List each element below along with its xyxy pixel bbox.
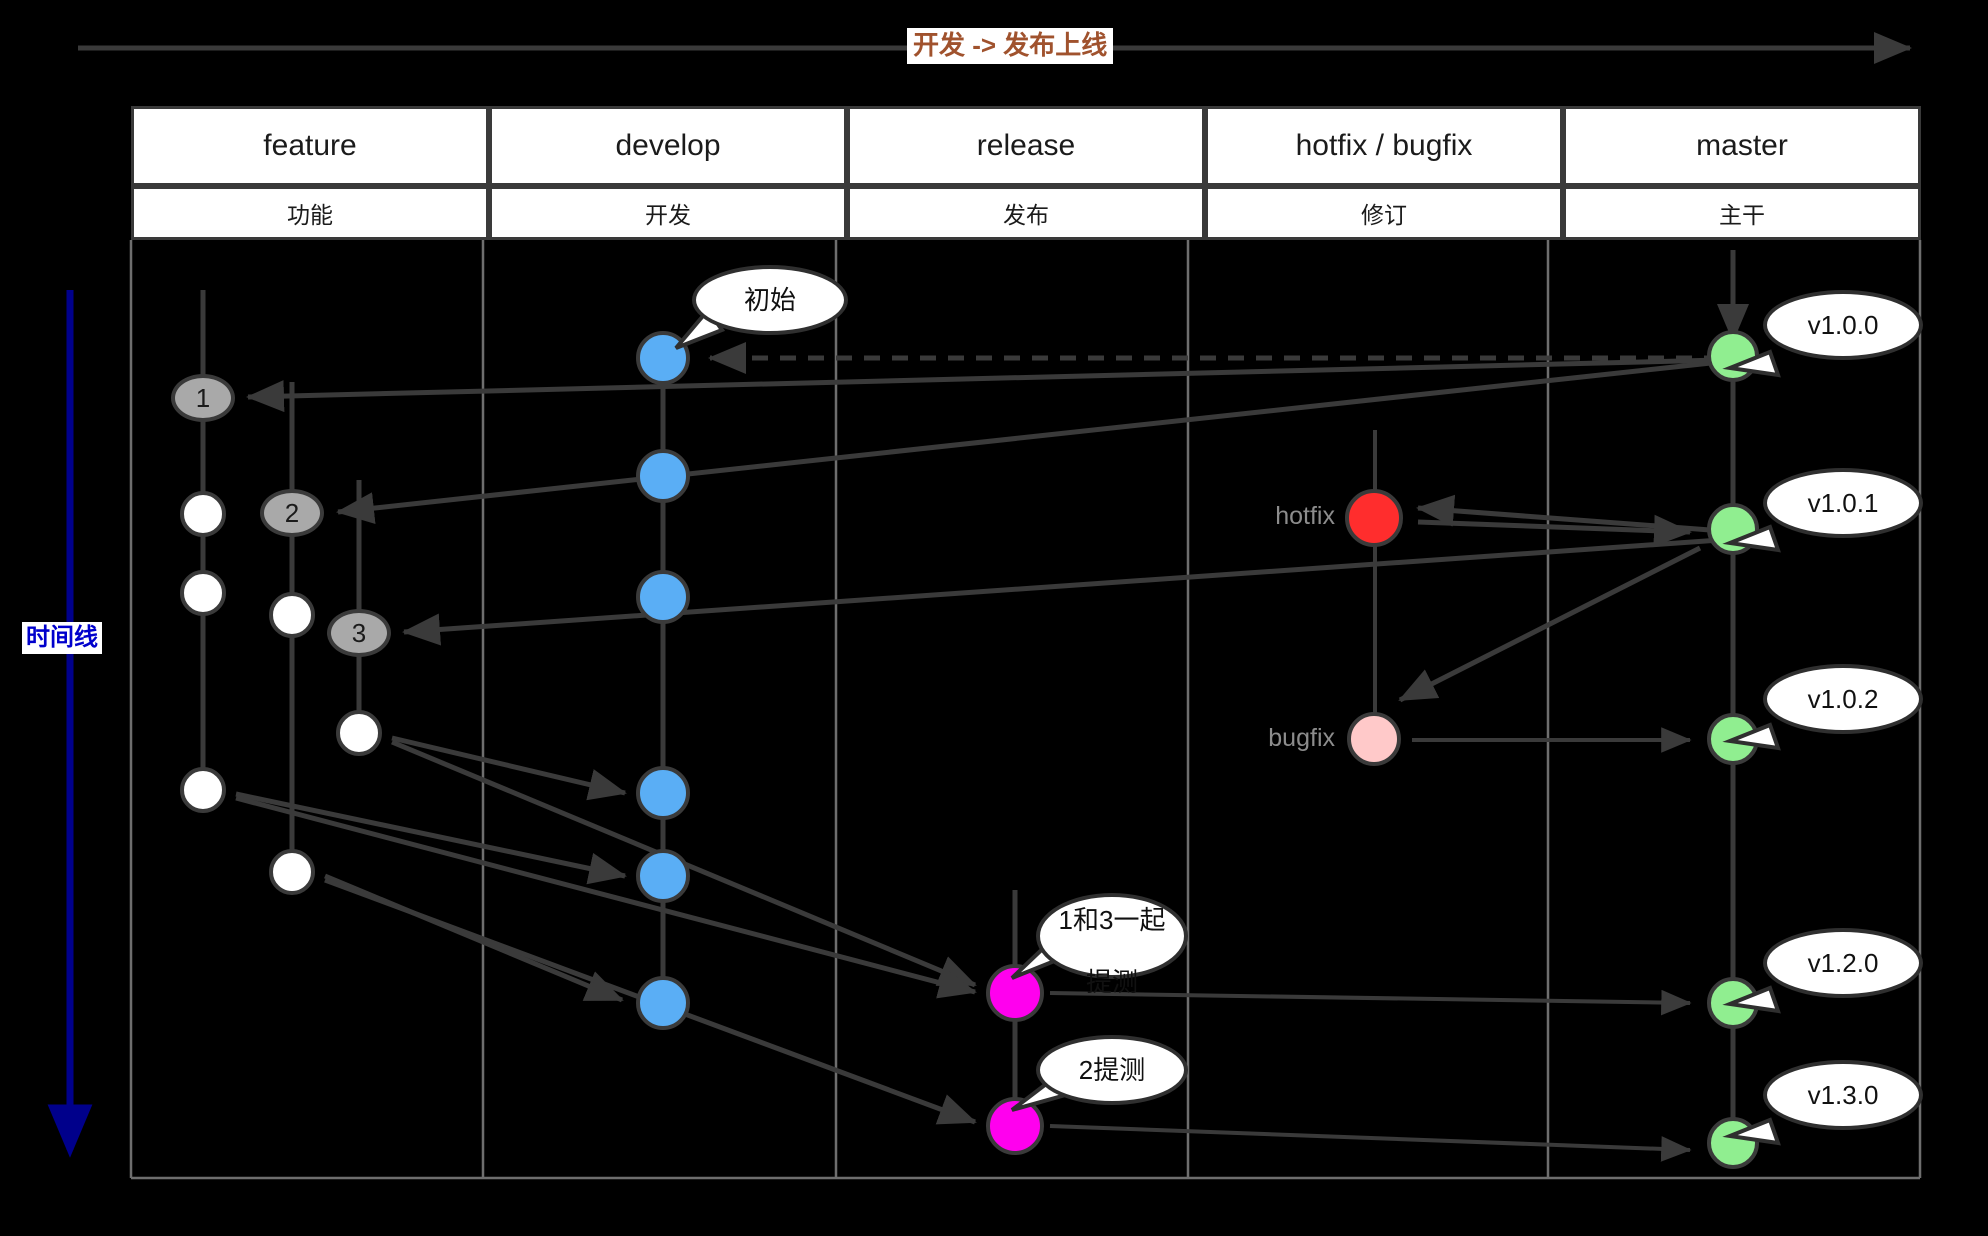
bugfix-label: bugfix	[1268, 724, 1335, 752]
callout-release-2: 2提测	[1036, 1035, 1188, 1105]
edge-master-to-bugfix	[1398, 545, 1702, 703]
timeline-label: 时间线	[22, 622, 102, 654]
header-release-cn: 发布	[847, 186, 1205, 240]
master-node-v130[interactable]	[1707, 1117, 1759, 1169]
feature-commit-node[interactable]	[269, 592, 315, 638]
feature-branch-3-node[interactable]: 3	[327, 609, 391, 657]
release-node-1[interactable]	[986, 964, 1044, 1022]
develop-node[interactable]	[636, 849, 690, 903]
master-node-v120[interactable]	[1707, 977, 1759, 1029]
header-release-en: release	[847, 106, 1205, 186]
feature-commit-node[interactable]	[180, 570, 226, 616]
callout-release-1-line1: 1和3一起	[1058, 905, 1166, 936]
hotfix-label: hotfix	[1275, 502, 1335, 530]
master-tag-v101: v1.0.1	[1763, 468, 1923, 538]
feature-branch-2-node[interactable]: 2	[260, 489, 324, 537]
header-feature-en: feature	[131, 106, 489, 186]
header-hotfix-cn: 修订	[1205, 186, 1563, 240]
edge-master-to-feature1	[246, 357, 1721, 413]
feature-commit-node[interactable]	[336, 710, 382, 756]
develop-node[interactable]	[636, 449, 690, 503]
header-develop-cn: 开发	[489, 186, 847, 240]
hotfix-node[interactable]	[1345, 489, 1403, 547]
develop-node-initial[interactable]	[636, 331, 690, 385]
diagram-canvas: feature develop release hotfix / bugfix …	[0, 0, 1988, 1236]
callout-release-1: 1和3一起 提测	[1036, 893, 1188, 997]
develop-node[interactable]	[636, 570, 690, 624]
develop-node[interactable]	[636, 766, 690, 820]
callout-release-1-line2: 提测	[1085, 966, 1138, 997]
master-tag-v102: v1.0.2	[1763, 664, 1923, 734]
edge-release2-to-master	[1049, 1124, 1692, 1162]
develop-node[interactable]	[636, 976, 690, 1030]
master-tag-v130: v1.3.0	[1763, 1060, 1923, 1130]
column-gridlines	[129, 240, 1922, 1180]
header-master-cn: 主干	[1563, 186, 1921, 240]
master-node-v101[interactable]	[1707, 503, 1759, 555]
feature-commit-node[interactable]	[180, 767, 226, 813]
edge-develop-to-feature3	[402, 537, 1721, 646]
edge-feature1-to-release	[235, 795, 977, 999]
branch-header-table: feature develop release hotfix / bugfix …	[131, 106, 1921, 240]
header-master-en: master	[1563, 106, 1921, 186]
flow-title: 开发 -> 发布上线	[907, 28, 1114, 64]
master-tag-v100: v1.0.0	[1763, 290, 1923, 360]
master-node-v102[interactable]	[1707, 713, 1759, 765]
edge-feature3-to-develop	[391, 735, 627, 801]
header-feature-cn: 功能	[131, 186, 489, 240]
master-node-v100[interactable]	[1707, 330, 1759, 382]
feature-commit-node[interactable]	[180, 491, 226, 537]
feature-branch-lines	[200, 290, 362, 872]
edge-develop-to-feature2	[336, 359, 1721, 525]
bugfix-node[interactable]	[1347, 712, 1401, 766]
callout-init: 初始	[692, 265, 848, 335]
master-tag-v120: v1.2.0	[1763, 928, 1923, 998]
callout-release-1-text: 1和3一起 提测	[1059, 875, 1166, 998]
feature-branch-1-node[interactable]: 1	[171, 374, 235, 422]
feature-commit-node[interactable]	[269, 849, 315, 895]
header-hotfix-en: hotfix / bugfix	[1205, 106, 1563, 186]
release-node-2[interactable]	[986, 1097, 1044, 1155]
header-develop-en: develop	[489, 106, 847, 186]
